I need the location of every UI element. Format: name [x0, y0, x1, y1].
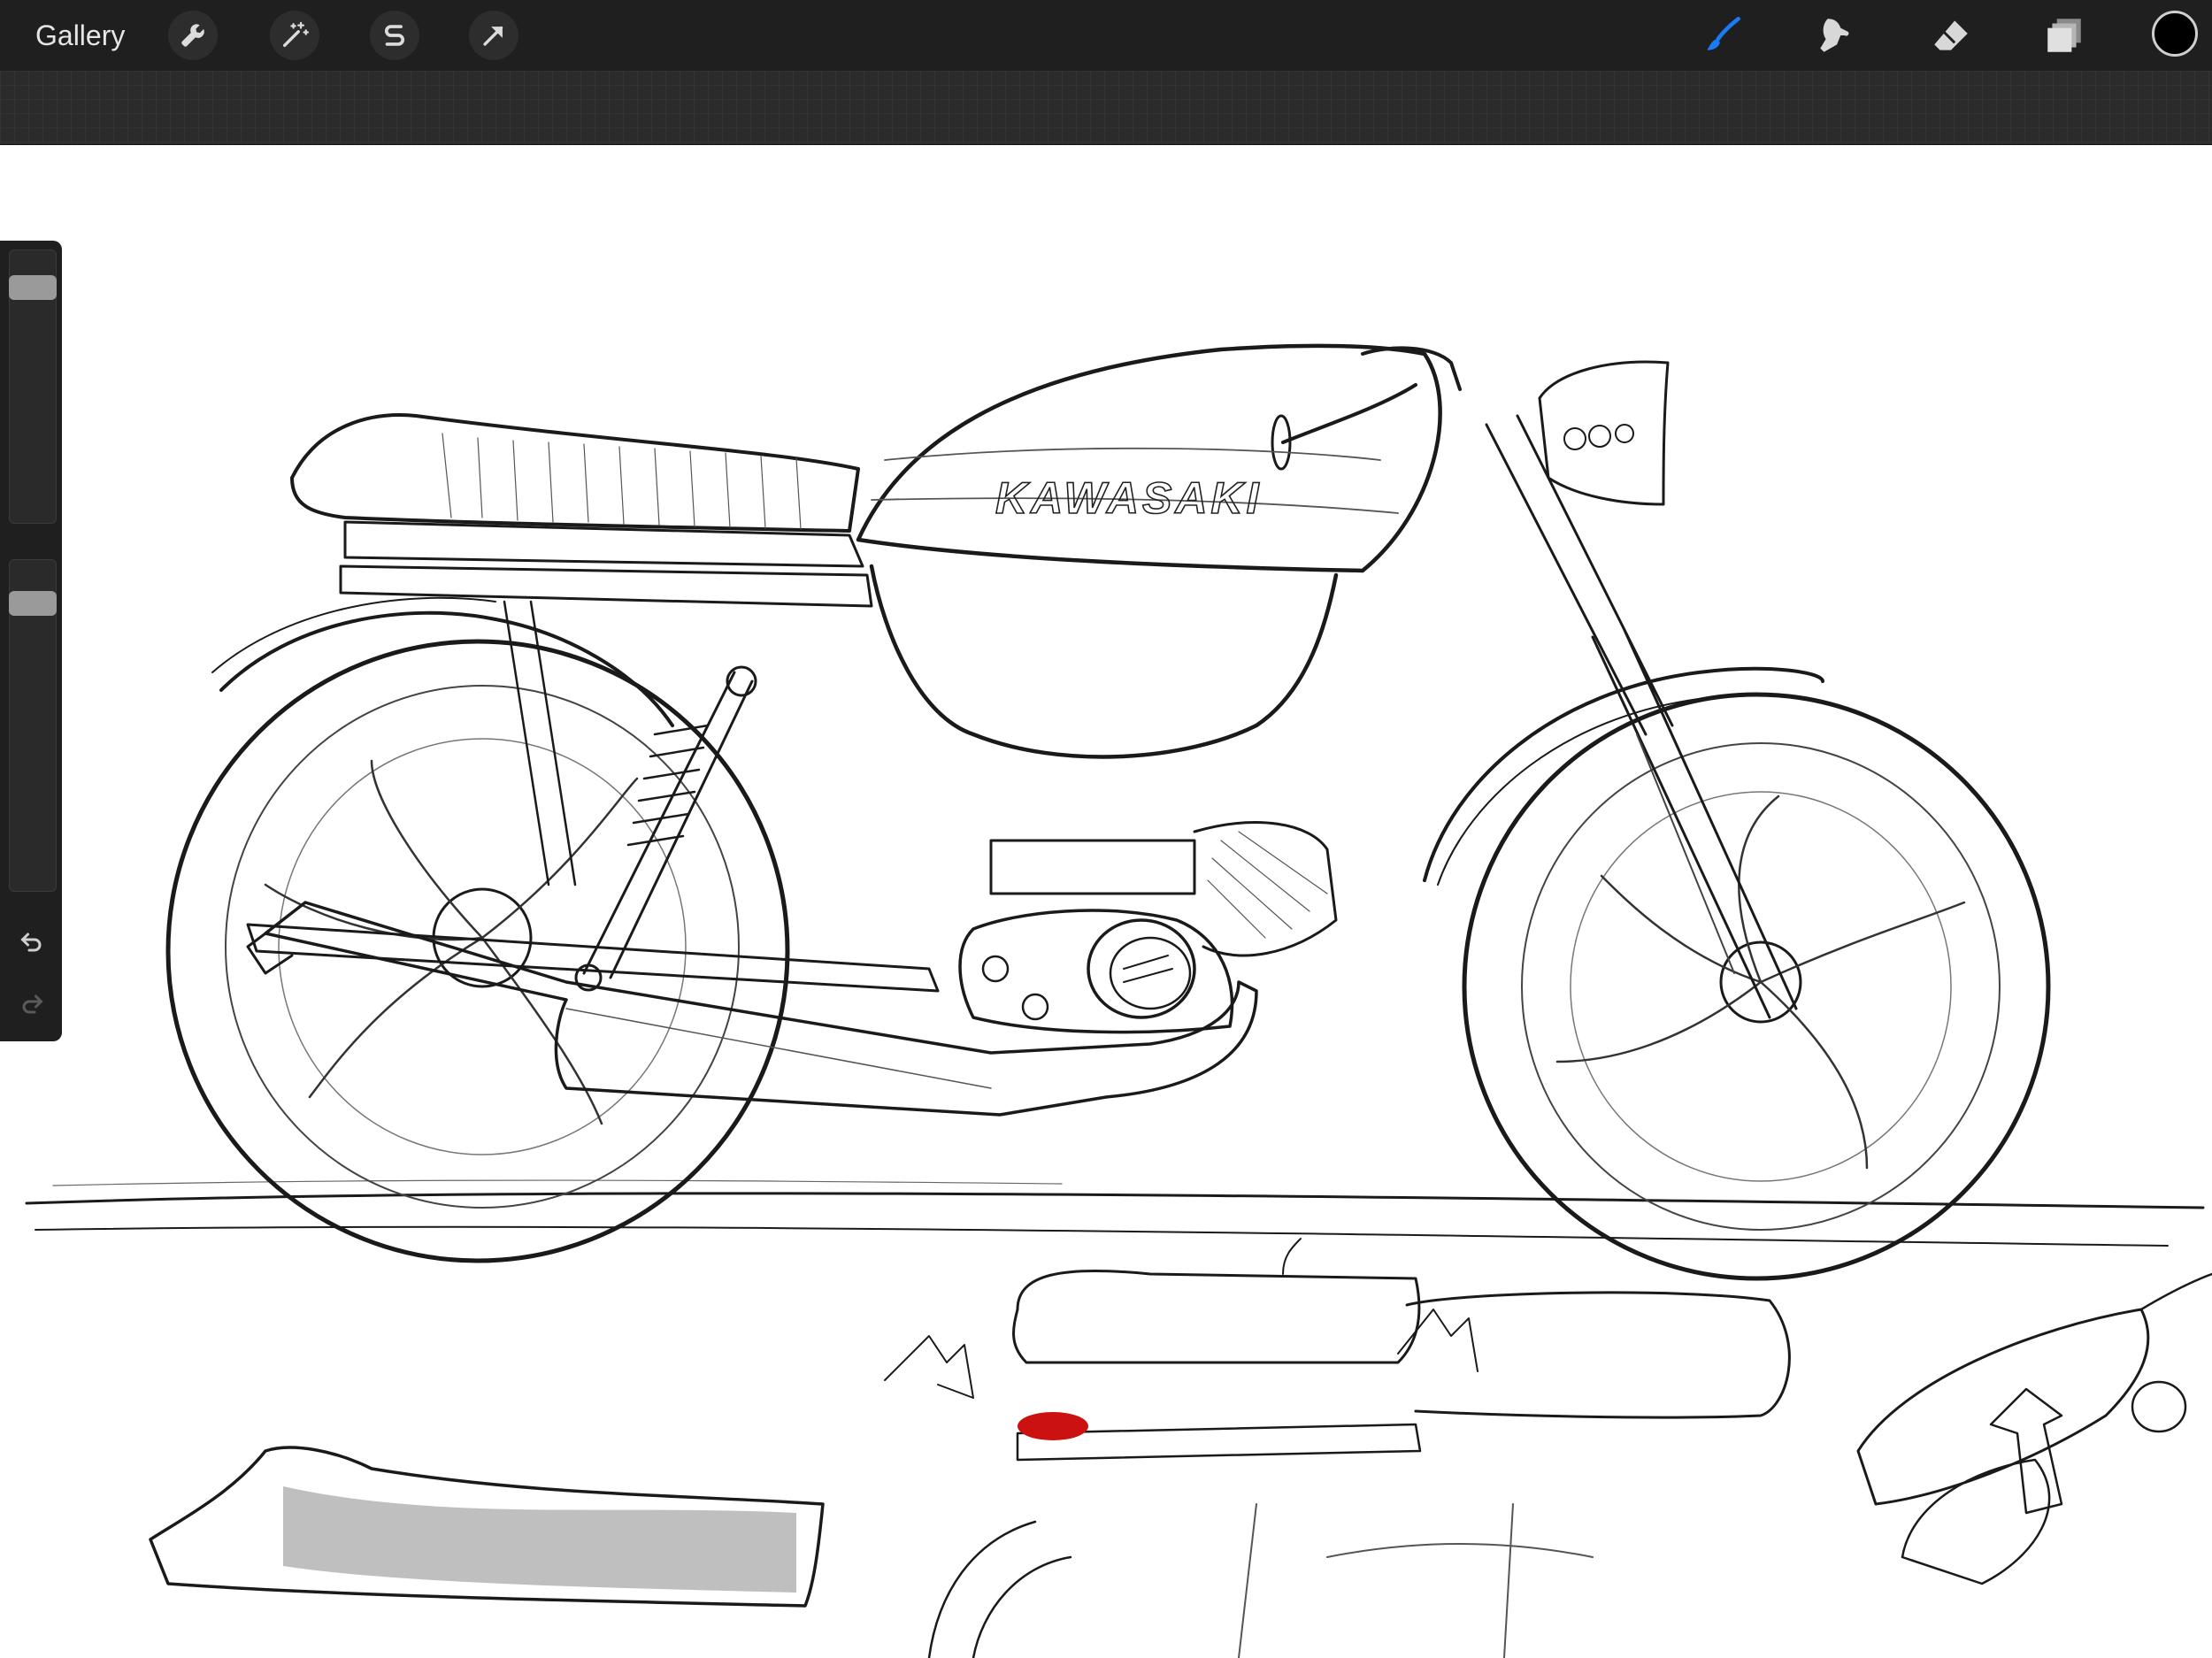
- layers-icon[interactable]: [2039, 11, 2089, 60]
- redo-icon[interactable]: [12, 984, 51, 1019]
- opacity-slider[interactable]: [9, 559, 57, 892]
- color-picker-swatch[interactable]: [2152, 11, 2198, 57]
- tank-lettering: KAWASAKI: [995, 473, 1262, 523]
- brush-icon[interactable]: [1699, 11, 1748, 60]
- smudge-icon[interactable]: [1810, 11, 1860, 60]
- selection-s-icon[interactable]: [370, 11, 419, 60]
- sidebar-controls: [0, 241, 62, 1041]
- drawing-canvas[interactable]: KAWASAKI: [0, 145, 2212, 1658]
- brush-size-thumb[interactable]: [9, 275, 57, 300]
- transform-arrow-icon[interactable]: [469, 11, 518, 60]
- undo-icon[interactable]: [12, 922, 51, 957]
- wrench-icon[interactable]: [168, 11, 218, 60]
- top-toolbar: Gallery: [0, 0, 2212, 71]
- brush-size-slider[interactable]: [9, 249, 57, 524]
- opacity-thumb[interactable]: [9, 591, 57, 616]
- magic-wand-icon[interactable]: [270, 11, 319, 60]
- motorcycle-sketch: KAWASAKI: [25, 343, 2212, 1658]
- toolbar-grid-strip: [0, 71, 2212, 145]
- eraser-icon[interactable]: [1926, 11, 1976, 60]
- gallery-button[interactable]: Gallery: [35, 19, 125, 52]
